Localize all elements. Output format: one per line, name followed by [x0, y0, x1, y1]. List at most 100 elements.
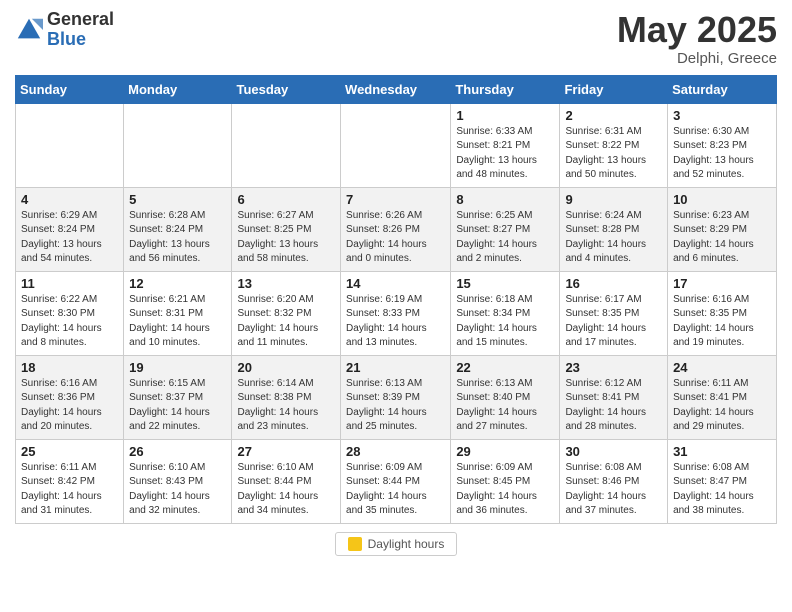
calendar-cell: 23Sunrise: 6:12 AM Sunset: 8:41 PM Dayli… [560, 355, 668, 439]
calendar-cell: 30Sunrise: 6:08 AM Sunset: 8:46 PM Dayli… [560, 439, 668, 523]
day-info: Sunrise: 6:10 AM Sunset: 8:43 PM Dayligh… [129, 461, 226, 519]
logo-general: General [47, 10, 114, 30]
day-info: Sunrise: 6:09 AM Sunset: 8:45 PM Dayligh… [456, 461, 554, 519]
day-info: Sunrise: 6:17 AM Sunset: 8:35 PM Dayligh… [565, 293, 662, 351]
weekday-header-wednesday: Wednesday [341, 75, 451, 103]
day-info: Sunrise: 6:29 AM Sunset: 8:24 PM Dayligh… [21, 209, 118, 267]
day-info: Sunrise: 6:33 AM Sunset: 8:21 PM Dayligh… [456, 125, 554, 183]
calendar-cell: 10 Sunrise: 6:23 AM Sunset: 8:29 PM Dayli… [668, 187, 777, 271]
day-info: Sunrise: 6:18 AM Sunset: 8:34 PM Dayligh… [456, 293, 554, 351]
calendar-cell: 24 Sunrise: 6:11 AM Sunset: 8:41 PM Dayli… [668, 355, 777, 439]
calendar-week-3: 11 Sunrise: 6:22 AM Sunset: 8:30 PM Dayli… [16, 271, 777, 355]
day-info: Sunrise: 6:23 AM Sunset: 8:29 PM Dayligh… [673, 209, 771, 267]
day-info: Sunrise: 6:15 AM Sunset: 8:37 PM Dayligh… [129, 377, 226, 435]
day-info: Sunrise: 6:19 AM Sunset: 8:33 PM Dayligh… [346, 293, 445, 351]
day-info: Sunrise: 6:26 AM Sunset: 8:26 PM Dayligh… [346, 209, 445, 267]
calendar-cell: 29 Sunrise: 6:09 AM Sunset: 8:45 PM Dayli… [451, 439, 560, 523]
calendar-cell: 28 Sunrise: 6:09 AM Sunset: 8:44 PM Dayli… [341, 439, 451, 523]
weekday-header-sunday: Sunday [16, 75, 124, 103]
calendar-cell: 22 Sunrise: 6:13 AM Sunset: 8:40 PM Dayli… [451, 355, 560, 439]
day-number: 21 [346, 360, 445, 375]
day-number: 2 [565, 108, 662, 123]
footer: Daylight hours [15, 532, 777, 556]
calendar-cell: 14 Sunrise: 6:19 AM Sunset: 8:33 PM Dayli… [341, 271, 451, 355]
day-number: 29 [456, 444, 554, 459]
weekday-header-saturday: Saturday [668, 75, 777, 103]
calendar-cell: 6Sunrise: 6:27 AM Sunset: 8:25 PM Daylig… [232, 187, 341, 271]
weekday-header-monday: Monday [124, 75, 232, 103]
month-title: May 2025 [617, 10, 777, 50]
day-number: 30 [565, 444, 662, 459]
day-number: 18 [21, 360, 118, 375]
calendar-week-5: 25 Sunrise: 6:11 AM Sunset: 8:42 PM Dayli… [16, 439, 777, 523]
weekday-header-thursday: Thursday [451, 75, 560, 103]
calendar-cell: 20 Sunrise: 6:14 AM Sunset: 8:38 PM Dayli… [232, 355, 341, 439]
day-info: Sunrise: 6:28 AM Sunset: 8:24 PM Dayligh… [129, 209, 226, 267]
day-number: 9 [565, 192, 662, 207]
day-info: Sunrise: 6:31 AM Sunset: 8:22 PM Dayligh… [565, 125, 662, 183]
day-info: Sunrise: 6:08 AM Sunset: 8:47 PM Dayligh… [673, 461, 771, 519]
day-number: 14 [346, 276, 445, 291]
day-number: 16 [565, 276, 662, 291]
day-number: 20 [237, 360, 335, 375]
day-info: Sunrise: 6:14 AM Sunset: 8:38 PM Dayligh… [237, 377, 335, 435]
calendar-cell [124, 103, 232, 187]
calendar-cell: 11 Sunrise: 6:22 AM Sunset: 8:30 PM Dayli… [16, 271, 124, 355]
logo-text: General Blue [47, 10, 114, 50]
day-info: Sunrise: 6:09 AM Sunset: 8:44 PM Dayligh… [346, 461, 445, 519]
logo-icon [15, 16, 43, 44]
day-number: 31 [673, 444, 771, 459]
calendar-cell: 15Sunrise: 6:18 AM Sunset: 8:34 PM Dayli… [451, 271, 560, 355]
title-block: May 2025 Delphi, Greece [617, 10, 777, 67]
day-info: Sunrise: 6:22 AM Sunset: 8:30 PM Dayligh… [21, 293, 118, 351]
day-info: Sunrise: 6:25 AM Sunset: 8:27 PM Dayligh… [456, 209, 554, 267]
calendar-cell: 8 Sunrise: 6:25 AM Sunset: 8:27 PM Daylig… [451, 187, 560, 271]
day-number: 3 [673, 108, 771, 123]
logo-blue: Blue [47, 30, 114, 50]
calendar-cell [341, 103, 451, 187]
calendar-cell [16, 103, 124, 187]
day-number: 7 [346, 192, 445, 207]
calendar-cell: 31 Sunrise: 6:08 AM Sunset: 8:47 PM Dayli… [668, 439, 777, 523]
day-number: 22 [456, 360, 554, 375]
day-number: 17 [673, 276, 771, 291]
calendar-cell: 19 Sunrise: 6:15 AM Sunset: 8:37 PM Dayli… [124, 355, 232, 439]
footer-label: Daylight hours [368, 537, 445, 551]
calendar-cell: 5 Sunrise: 6:28 AM Sunset: 8:24 PM Daylig… [124, 187, 232, 271]
calendar-cell: 1 Sunrise: 6:33 AM Sunset: 8:21 PM Daylig… [451, 103, 560, 187]
day-number: 12 [129, 276, 226, 291]
calendar-cell: 3 Sunrise: 6:30 AM Sunset: 8:23 PM Daylig… [668, 103, 777, 187]
location: Delphi, Greece [617, 50, 777, 67]
day-info: Sunrise: 6:20 AM Sunset: 8:32 PM Dayligh… [237, 293, 335, 351]
weekday-header-row: SundayMondayTuesdayWednesdayThursdayFrid… [16, 75, 777, 103]
calendar-cell: 26Sunrise: 6:10 AM Sunset: 8:43 PM Dayli… [124, 439, 232, 523]
day-info: Sunrise: 6:11 AM Sunset: 8:41 PM Dayligh… [673, 377, 771, 435]
day-number: 1 [456, 108, 554, 123]
calendar-cell: 7 Sunrise: 6:26 AM Sunset: 8:26 PM Daylig… [341, 187, 451, 271]
day-number: 5 [129, 192, 226, 207]
day-number: 4 [21, 192, 118, 207]
day-info: Sunrise: 6:24 AM Sunset: 8:28 PM Dayligh… [565, 209, 662, 267]
day-number: 24 [673, 360, 771, 375]
day-info: Sunrise: 6:11 AM Sunset: 8:42 PM Dayligh… [21, 461, 118, 519]
calendar-cell: 18Sunrise: 6:16 AM Sunset: 8:36 PM Dayli… [16, 355, 124, 439]
calendar-cell: 9 Sunrise: 6:24 AM Sunset: 8:28 PM Daylig… [560, 187, 668, 271]
day-number: 19 [129, 360, 226, 375]
calendar-cell: 12 Sunrise: 6:21 AM Sunset: 8:31 PM Dayli… [124, 271, 232, 355]
day-info: Sunrise: 6:13 AM Sunset: 8:39 PM Dayligh… [346, 377, 445, 435]
day-number: 13 [237, 276, 335, 291]
day-number: 10 [673, 192, 771, 207]
day-number: 6 [237, 192, 335, 207]
day-info: Sunrise: 6:13 AM Sunset: 8:40 PM Dayligh… [456, 377, 554, 435]
footer-box: Daylight hours [335, 532, 458, 556]
day-info: Sunrise: 6:30 AM Sunset: 8:23 PM Dayligh… [673, 125, 771, 183]
calendar-cell: 27Sunrise: 6:10 AM Sunset: 8:44 PM Dayli… [232, 439, 341, 523]
weekday-header-tuesday: Tuesday [232, 75, 341, 103]
day-info: Sunrise: 6:21 AM Sunset: 8:31 PM Dayligh… [129, 293, 226, 351]
day-number: 28 [346, 444, 445, 459]
logo: General Blue [15, 10, 114, 50]
day-number: 8 [456, 192, 554, 207]
day-number: 25 [21, 444, 118, 459]
day-number: 11 [21, 276, 118, 291]
day-info: Sunrise: 6:16 AM Sunset: 8:35 PM Dayligh… [673, 293, 771, 351]
